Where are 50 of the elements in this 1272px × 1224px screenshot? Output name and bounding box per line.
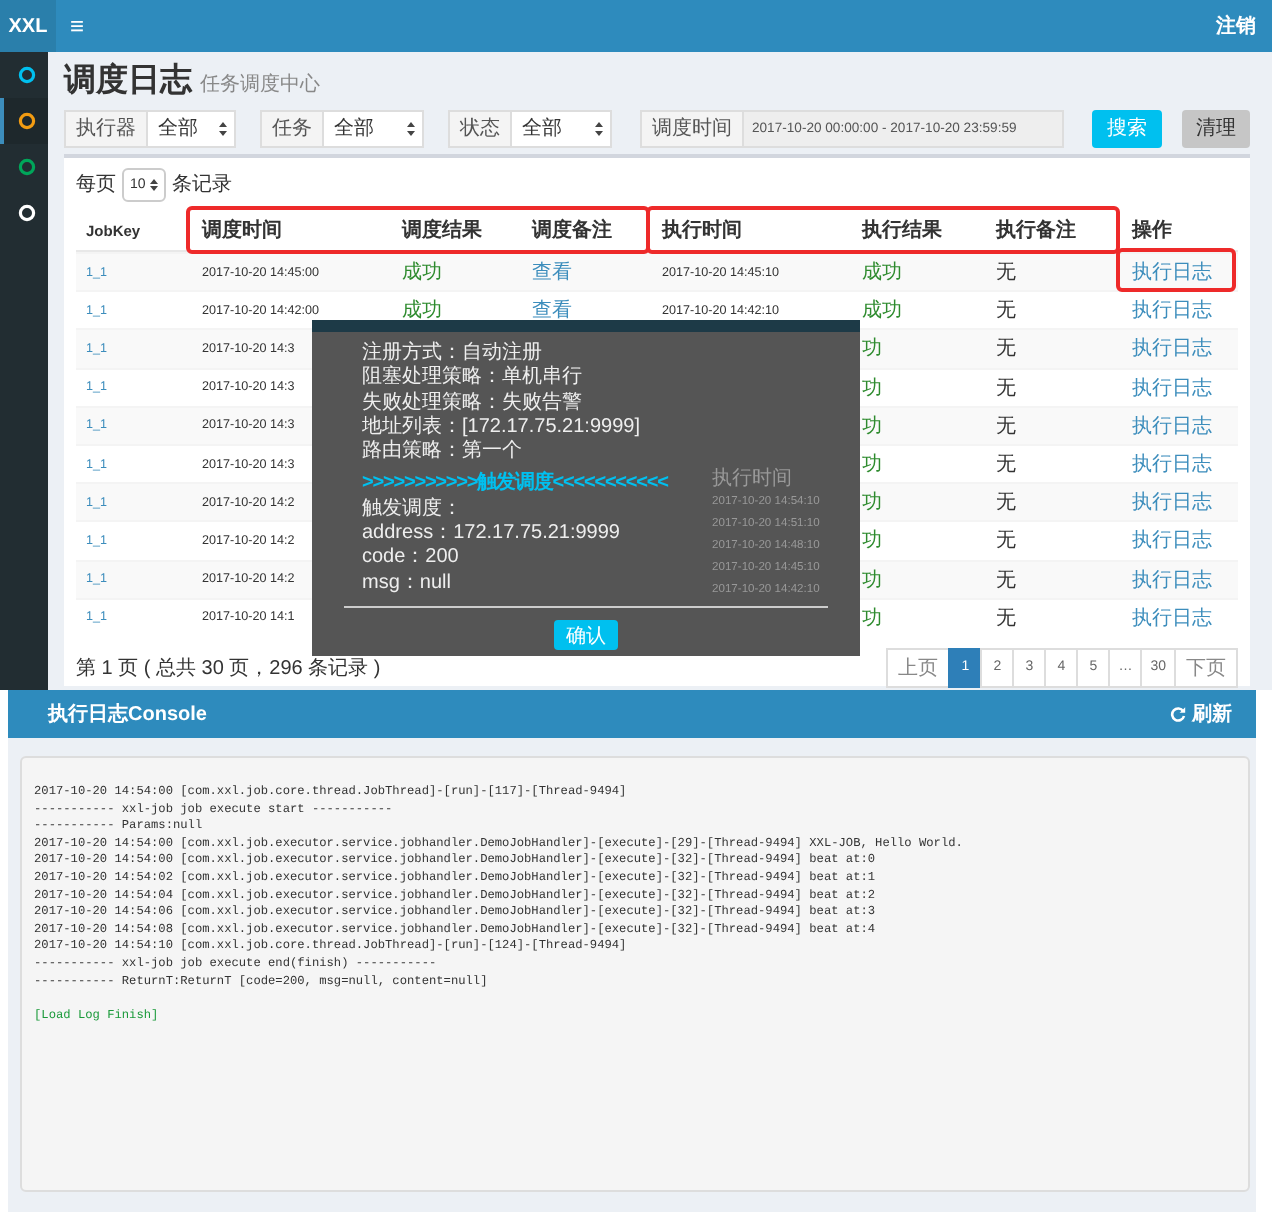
page-button[interactable]: 上页 (886, 647, 951, 688)
logout-link[interactable]: 注销 (1216, 12, 1256, 40)
column-header: 执行结果 (852, 210, 986, 252)
console-title: 执行日志Console (48, 701, 207, 728)
column-header: 执行备注 (986, 210, 1122, 252)
page-summary: 第 1 页 ( 总共 30 页，296 条记录 ) (76, 655, 381, 682)
clear-button[interactable]: 清理 (1182, 109, 1250, 147)
updown-icon (149, 177, 158, 191)
updown-icon (594, 119, 604, 137)
column-header: 调度备注 (522, 210, 652, 252)
view-link[interactable]: 查看 (522, 252, 652, 291)
table-cell: 无 (986, 405, 1122, 444)
search-button[interactable]: 搜索 (1092, 109, 1162, 147)
log-link[interactable]: 执行日志 (1122, 597, 1238, 636)
table-cell: 无 (986, 482, 1122, 521)
table-cell: 成功 (852, 252, 986, 291)
page-button[interactable]: 下页 (1174, 647, 1238, 688)
log-link[interactable]: 执行日志 (1122, 482, 1238, 521)
table-cell: 无 (986, 559, 1122, 598)
table-cell: 无 (986, 597, 1122, 636)
column-header: 执行时间 (652, 210, 852, 252)
updown-icon (406, 119, 416, 137)
column-header: 调度时间 (192, 210, 392, 252)
log-link[interactable]: 执行日志 (1122, 559, 1238, 598)
filter-label: 任务 (260, 109, 324, 147)
log-link[interactable]: 执行日志 (1122, 328, 1238, 368)
filter-select[interactable]: 全部 (324, 109, 424, 147)
table-cell: 无 (986, 328, 1122, 368)
table-cell: 无 (986, 252, 1122, 291)
log-link[interactable]: 执行日志 (1122, 405, 1238, 444)
page-size-label: 每页 (76, 172, 116, 198)
refresh-button[interactable]: 刷新 (1170, 700, 1232, 728)
column-header: 执行时间 (712, 465, 794, 490)
page-subtitle: 任务调度中心 (200, 71, 320, 98)
column-header: 调度结果 (392, 210, 522, 252)
page-size-label: 条记录 (171, 172, 232, 198)
filter-label: 执行器 (64, 109, 148, 147)
table-cell: 成功 (392, 252, 522, 291)
confirm-button[interactable]: 确认 (554, 620, 618, 650)
page-title: 调度日志 (64, 60, 192, 102)
logo: XXL (0, 0, 56, 52)
refresh-icon (1170, 706, 1186, 722)
filter-label: 调度时间 (640, 109, 744, 147)
menu-button[interactable]: ≡ (70, 12, 85, 40)
log-link[interactable]: 执行日志 (1122, 252, 1238, 291)
updown-icon (218, 119, 228, 137)
sidebar-item[interactable] (0, 98, 48, 144)
filter-select[interactable]: 全部 (512, 109, 612, 147)
filter-label: 状态 (448, 109, 512, 147)
filter-select[interactable]: 全部 (148, 109, 236, 147)
